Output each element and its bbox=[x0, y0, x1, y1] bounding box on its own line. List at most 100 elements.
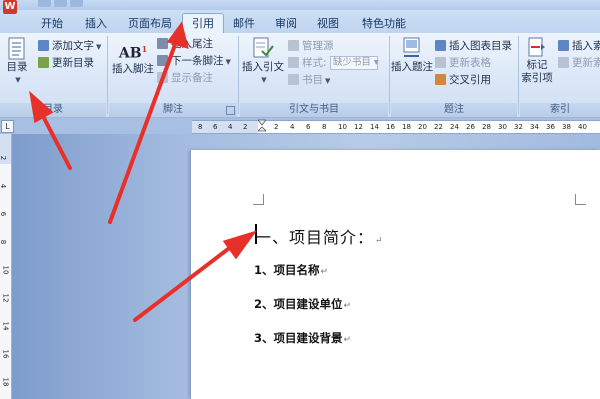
paragraph-mark: ↵ bbox=[375, 236, 384, 246]
group-label-toc: 目录 bbox=[0, 103, 106, 117]
chevron-down-icon: ▼ bbox=[261, 76, 267, 84]
mark-entry-button[interactable]: 标记 索引项 bbox=[520, 37, 554, 85]
update-toc-icon bbox=[38, 57, 49, 68]
group-citations: 插入引文 ▼ 管理源 样式: 缺少书目 ▾ 书目 ▼ 引文与书目 bbox=[240, 33, 388, 117]
ruler-tick-label: 16 bbox=[386, 123, 395, 131]
cross-reference-icon bbox=[435, 74, 446, 85]
tab-special-features[interactable]: 特色功能 bbox=[352, 14, 416, 33]
ruler-tick-label: 8 bbox=[322, 123, 327, 131]
cross-reference-button[interactable]: 交叉引用 bbox=[435, 73, 491, 87]
ruler-tick-label: 6 bbox=[213, 123, 218, 131]
group-separator bbox=[238, 36, 239, 114]
ribbon-tabs: 开始 插入 页面布局 引用 邮件 审阅 视图 特色功能 bbox=[0, 10, 600, 34]
doc-list-item[interactable]: 1、项目名称↵ bbox=[254, 262, 328, 278]
next-footnote-icon bbox=[157, 55, 168, 66]
insert-citation-button[interactable]: 插入引文 ▼ bbox=[242, 37, 284, 87]
tab-references[interactable]: 引用 bbox=[182, 13, 224, 34]
insert-index-button[interactable]: 插入索 bbox=[558, 39, 600, 53]
doc-list-item-text: 1、项目名称 bbox=[254, 263, 320, 277]
ruler-tick-label: 30 bbox=[498, 123, 507, 131]
vertical-ruler-tick-label: 16 bbox=[1, 349, 10, 359]
insert-endnote-button[interactable]: 插入尾注 bbox=[157, 37, 213, 51]
style-icon bbox=[288, 57, 299, 68]
ruler-tick-label: 26 bbox=[466, 123, 475, 131]
horizontal-ruler-bar: L 8 6 4 2 2 4 6 8 10 12 14 16 18 20 22 24 26 28 30 32 34 36 38… bbox=[0, 118, 600, 134]
tab-mailings[interactable]: 邮件 bbox=[226, 14, 262, 33]
doc-list-item[interactable]: 2、项目建设单位↵ bbox=[254, 296, 351, 312]
ruler-tick-label: 18 bbox=[402, 123, 411, 131]
update-index-label: 更新索 bbox=[572, 57, 600, 69]
paragraph-mark: ↵ bbox=[343, 301, 352, 311]
group-separator bbox=[107, 36, 108, 114]
crop-mark bbox=[575, 194, 586, 205]
update-index-button[interactable]: 更新索 bbox=[558, 56, 600, 70]
insert-index-icon bbox=[558, 40, 569, 51]
style-selector[interactable]: 样式: 缺少书目 ▾ bbox=[288, 56, 379, 70]
cross-reference-label: 交叉引用 bbox=[449, 74, 491, 86]
vertical-ruler-tick-label: 6 bbox=[0, 211, 8, 217]
show-notes-button[interactable]: 显示备注 bbox=[157, 71, 213, 85]
group-label-captions: 题注 bbox=[391, 103, 517, 117]
vertical-ruler[interactable]: 2 4 6 8 10 12 14 16 18 bbox=[0, 134, 12, 399]
footnote-ab-icon: AB1 bbox=[118, 44, 148, 62]
redo-icon[interactable] bbox=[70, 0, 83, 7]
crop-mark bbox=[253, 194, 264, 205]
ruler-tick-label: 10 bbox=[338, 123, 347, 131]
ruler-tick-label: 24 bbox=[450, 123, 459, 131]
update-table-button[interactable]: 更新表格 bbox=[435, 56, 491, 70]
group-separator bbox=[518, 36, 519, 114]
toc-button[interactable]: 目录 ▼ bbox=[2, 37, 32, 87]
add-text-button[interactable]: 添加文字 ▼ bbox=[38, 39, 101, 53]
horizontal-ruler[interactable]: 8 6 4 2 2 4 6 8 10 12 14 16 18 20 22 24 26 28 30 32 34 36 38 40 bbox=[192, 120, 600, 134]
word-app-icon[interactable]: W bbox=[3, 0, 17, 14]
toc-button-label: 目录 bbox=[6, 61, 28, 73]
style-combo[interactable]: 缺少书目 ▾ bbox=[329, 56, 379, 70]
vertical-ruler-tick-label: 14 bbox=[1, 321, 10, 331]
tab-insert[interactable]: 插入 bbox=[78, 14, 114, 33]
doc-list-item-text: 3、项目建设背景 bbox=[254, 331, 343, 345]
insert-table-of-figures-button[interactable]: 插入图表目录 bbox=[435, 39, 512, 53]
insert-footnote-label: 插入脚注 bbox=[112, 63, 154, 75]
paragraph-mark: ↵ bbox=[343, 335, 352, 345]
next-footnote-button[interactable]: 下一条脚注 ▼ bbox=[157, 54, 231, 68]
tab-selector[interactable]: L bbox=[1, 120, 14, 133]
bibliography-label: 书目 bbox=[302, 74, 323, 86]
table-of-figures-icon bbox=[435, 40, 446, 51]
tab-page-layout[interactable]: 页面布局 bbox=[122, 14, 178, 33]
bibliography-button[interactable]: 书目 ▼ bbox=[288, 73, 330, 87]
ruler-tick-label: 2 bbox=[243, 123, 248, 131]
ruler-tick-label: 4 bbox=[228, 123, 233, 131]
group-index: 标记 索引项 插入索 更新索 索引 bbox=[520, 33, 600, 117]
group-label-citations: 引文与书目 bbox=[240, 103, 388, 117]
dialog-launcher-icon[interactable] bbox=[226, 106, 235, 115]
group-separator bbox=[389, 36, 390, 114]
chevron-down-icon: ▼ bbox=[15, 76, 21, 84]
show-notes-label: 显示备注 bbox=[171, 72, 213, 84]
undo-icon[interactable] bbox=[54, 0, 67, 7]
update-toc-button[interactable]: 更新目录 bbox=[38, 56, 94, 70]
ruler-tick-label: 32 bbox=[514, 123, 523, 131]
tab-home[interactable]: 开始 bbox=[32, 14, 72, 33]
update-index-icon bbox=[558, 57, 569, 68]
ruler-tick-label: 20 bbox=[418, 123, 427, 131]
group-captions: 插入题注 插入图表目录 更新表格 交叉引用 题注 bbox=[391, 33, 517, 117]
caption-icon bbox=[401, 37, 423, 61]
document-page[interactable]: 一、项目简介：↵ 1、项目名称↵ 2、项目建设单位↵ 3、项目建设背景↵ bbox=[191, 150, 600, 399]
paragraph-mark: ↵ bbox=[320, 267, 329, 277]
vertical-ruler-tick-label: 2 bbox=[0, 155, 8, 161]
doc-heading-text: 一、项目简介： bbox=[255, 228, 375, 247]
tab-view[interactable]: 视图 bbox=[310, 14, 346, 33]
indent-marker-icon[interactable] bbox=[258, 118, 266, 134]
doc-heading[interactable]: 一、项目简介：↵ bbox=[255, 224, 384, 248]
mark-entry-label-2: 索引项 bbox=[521, 72, 553, 84]
ruler-tick-label: 22 bbox=[434, 123, 443, 131]
chevron-down-icon: ▼ bbox=[225, 58, 231, 66]
tab-review[interactable]: 审阅 bbox=[268, 14, 304, 33]
save-icon[interactable] bbox=[38, 0, 51, 7]
insert-footnote-button[interactable]: AB1 插入脚注 bbox=[111, 43, 155, 76]
insert-caption-label: 插入题注 bbox=[391, 61, 433, 73]
toc-icon bbox=[7, 37, 27, 61]
insert-caption-button[interactable]: 插入题注 bbox=[391, 37, 433, 74]
manage-sources-button[interactable]: 管理源 bbox=[288, 39, 334, 53]
doc-list-item[interactable]: 3、项目建设背景↵ bbox=[254, 330, 351, 346]
